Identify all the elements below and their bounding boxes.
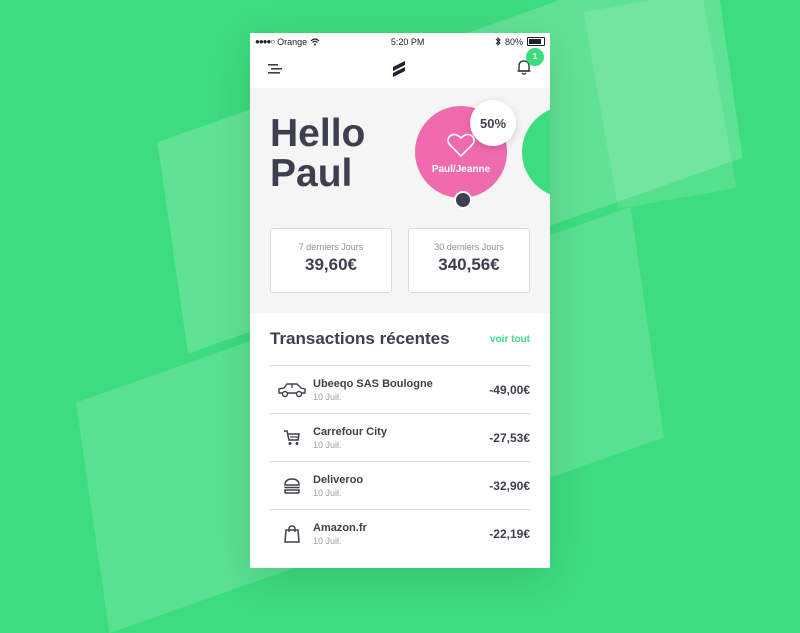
transactions-list: Ubeeqo SAS Boulogne 10 Juil. -49,00€ Car… bbox=[270, 365, 530, 557]
battery-percent: 80% bbox=[504, 36, 523, 47]
next-account-card[interactable] bbox=[522, 106, 550, 198]
stat-label: 7 derniers Jours bbox=[298, 242, 364, 252]
transaction-date: 10 Juil. bbox=[313, 535, 342, 546]
top-nav: 1 bbox=[250, 47, 550, 88]
see-all-link[interactable]: voir tout bbox=[490, 334, 530, 345]
status-bar: ●●●●○ Orange 5:20 PM 80% bbox=[250, 33, 550, 50]
greeting-name: Paul bbox=[270, 152, 353, 195]
wifi-icon bbox=[310, 37, 320, 45]
transaction-row[interactable]: Carrefour City 10 Juil. -27,53€ bbox=[270, 413, 530, 461]
transaction-name: Ubeeqo SAS Boulogne bbox=[313, 377, 433, 390]
transaction-name: Deliveroo bbox=[313, 473, 364, 486]
account-percent-badge: 50% bbox=[470, 100, 516, 146]
notifications-button[interactable]: 1 bbox=[516, 47, 544, 80]
transactions-title: Transactions récentes bbox=[270, 329, 450, 348]
status-time: 5:20 PM bbox=[390, 36, 425, 47]
greeting-hello: Hello bbox=[270, 112, 366, 155]
transaction-date: 10 Juil. bbox=[313, 439, 342, 450]
transaction-name: Amazon.fr bbox=[313, 521, 367, 534]
hero-section: Hello Paul Paul/Jeanne 50% 7 derniers Jo… bbox=[250, 88, 550, 313]
phone-screen: ●●●●○ Orange 5:20 PM 80% 1 Hello Paul Pa… bbox=[250, 33, 550, 568]
transaction-row[interactable]: Deliveroo 10 Juil. -32,90€ bbox=[270, 461, 530, 509]
menu-icon[interactable] bbox=[268, 63, 282, 75]
transaction-date: 10 Juil. bbox=[313, 487, 342, 498]
burger-icon bbox=[283, 477, 300, 494]
stat-card-30-days: 30 derniers Jours 340,56€ bbox=[408, 228, 530, 293]
bluetooth-icon bbox=[495, 37, 501, 46]
carrier-name: Orange bbox=[277, 36, 308, 47]
transaction-name: Carrefour City bbox=[313, 425, 387, 438]
battery-icon bbox=[527, 37, 545, 46]
shared-account-label: Paul/Jeanne bbox=[431, 164, 491, 175]
stat-card-7-days: 7 derniers Jours 39,60€ bbox=[270, 228, 392, 293]
shopping-bag-icon bbox=[283, 524, 300, 543]
transaction-row[interactable]: Amazon.fr 10 Juil. -22,19€ bbox=[270, 509, 530, 557]
stat-value: 340,56€ bbox=[438, 255, 500, 274]
transaction-amount: -49,00€ bbox=[489, 382, 530, 397]
transaction-amount: -27,53€ bbox=[489, 430, 530, 445]
cart-icon bbox=[283, 429, 300, 445]
car-icon bbox=[277, 382, 306, 397]
signal-icon: ●●●●○ bbox=[255, 37, 275, 46]
transaction-amount: -32,90€ bbox=[489, 478, 530, 493]
notification-badge: 1 bbox=[526, 47, 544, 66]
greeting: Hello Paul bbox=[270, 114, 365, 194]
transaction-amount: -22,19€ bbox=[489, 526, 530, 541]
heart-icon bbox=[447, 133, 475, 158]
carousel-indicator bbox=[454, 191, 472, 209]
transaction-row[interactable]: Ubeeqo SAS Boulogne 10 Juil. -49,00€ bbox=[270, 365, 530, 413]
app-logo bbox=[393, 61, 405, 77]
transactions-header: Transactions récentes voir tout bbox=[270, 329, 530, 349]
stat-label: 30 derniers Jours bbox=[434, 242, 504, 252]
transaction-date: 10 Juil. bbox=[313, 391, 342, 402]
stat-value: 39,60€ bbox=[305, 255, 357, 274]
